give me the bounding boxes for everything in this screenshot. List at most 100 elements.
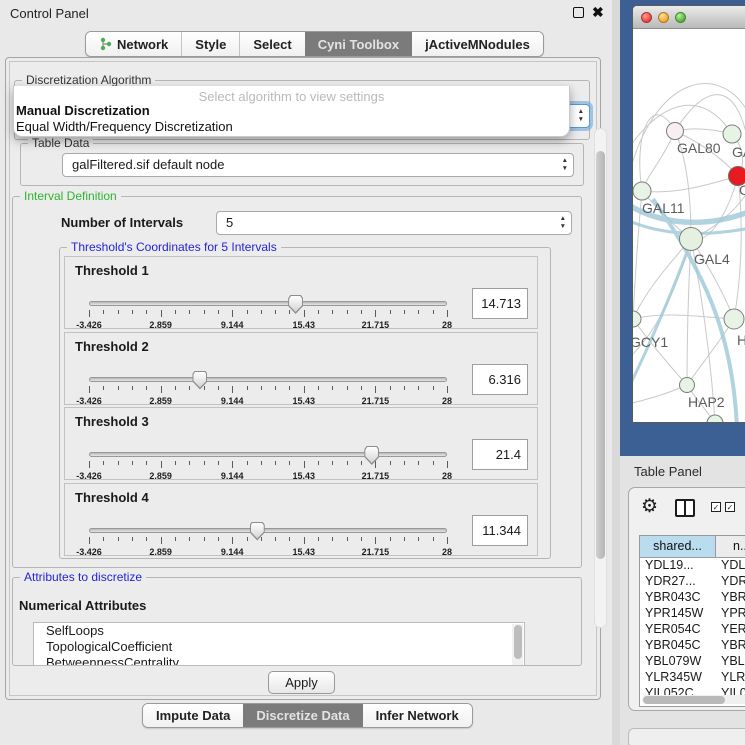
control-panel-titlebar[interactable]: Control Panel ✖ bbox=[0, 0, 612, 26]
panel-scrollbar[interactable] bbox=[594, 128, 607, 628]
column-header-shared-name[interactable]: shared... bbox=[640, 536, 716, 557]
table-row[interactable]: YER054CYER0 bbox=[640, 622, 745, 638]
tab-cyni-toolbox[interactable]: Cyni Toolbox bbox=[305, 32, 412, 56]
attribute-list-item[interactable]: BetweennessCentrality bbox=[34, 655, 524, 666]
tab-style[interactable]: Style bbox=[181, 32, 239, 56]
tab-label: Select bbox=[253, 37, 291, 52]
threshold-label: Threshold 4 bbox=[75, 490, 149, 505]
threshold-slider[interactable]: -3.4262.8599.14415.4321.71528 bbox=[89, 373, 447, 407]
threshold-value-field[interactable]: 11.344 bbox=[472, 515, 528, 546]
slider-track[interactable] bbox=[89, 377, 447, 382]
node-gal80[interactable] bbox=[667, 123, 684, 140]
attribute-list-item[interactable]: SelfLoops bbox=[34, 623, 524, 639]
network-icon bbox=[99, 37, 112, 51]
node-partial-right[interactable] bbox=[724, 309, 744, 329]
threshold-slider[interactable]: -3.4262.8599.14415.4321.71528 bbox=[89, 297, 447, 331]
table-row[interactable]: YDR27...YDR2 bbox=[640, 574, 745, 590]
network-window-titlebar[interactable] bbox=[633, 6, 745, 29]
number-of-intervals-value: 5 bbox=[226, 215, 233, 230]
numerical-attributes-list[interactable]: SelfLoopsTopologicalCoefficientBetweenne… bbox=[33, 622, 525, 666]
network-canvas[interactable]: GAL80 GAL11 GAL4 GCY1 HAP2 GA C H bbox=[633, 29, 745, 423]
node-hap2[interactable] bbox=[680, 378, 695, 393]
node-gal4[interactable] bbox=[680, 228, 703, 251]
table-cell[interactable]: YLR345W bbox=[640, 670, 716, 686]
cyni-mode-tabs: Impute Data Discretize Data Infer Networ… bbox=[142, 703, 473, 728]
table-cell[interactable]: YBL079W bbox=[640, 654, 716, 670]
table-panel: ⚙ ✓ ✓ shared... n... YDL19...YDL1YDR27..… bbox=[628, 487, 745, 711]
node-gal11[interactable] bbox=[633, 182, 651, 200]
tab-network[interactable]: Network bbox=[86, 32, 181, 56]
dropdown-option-manual[interactable]: Manual Discretization bbox=[16, 103, 150, 118]
node-gcy1[interactable] bbox=[633, 311, 641, 327]
attribute-list-item[interactable]: TopologicalCoefficient bbox=[34, 639, 524, 655]
table-cell[interactable]: YPR145W bbox=[640, 606, 716, 622]
close-traffic-light-icon[interactable] bbox=[641, 12, 652, 23]
table-cell[interactable]: YDL19... bbox=[640, 558, 716, 574]
tab-impute-data[interactable]: Impute Data bbox=[143, 704, 243, 727]
table-cell[interactable]: YDR2 bbox=[716, 574, 745, 590]
select-none-checkbox-icon[interactable]: ✓ bbox=[725, 502, 735, 512]
interval-definition-label: Interval Definition bbox=[20, 189, 121, 203]
slider-track[interactable] bbox=[89, 528, 447, 533]
table-row[interactable]: YDL19...YDL1 bbox=[640, 558, 745, 574]
slider-tick-labels: -3.4262.8599.14415.4321.71528 bbox=[89, 471, 447, 482]
columns-icon[interactable] bbox=[675, 499, 695, 517]
threshold-slider[interactable]: -3.4262.8599.14415.4321.71528 bbox=[89, 448, 447, 482]
gear-icon[interactable]: ⚙ bbox=[641, 495, 658, 518]
node-partial-top-right[interactable] bbox=[723, 125, 741, 143]
slider-track[interactable] bbox=[89, 452, 447, 457]
table-cell[interactable]: YBR0 bbox=[716, 590, 745, 606]
dropdown-hint-option[interactable]: Select algorithm to view settings bbox=[14, 89, 569, 104]
table-h-scrollbar[interactable] bbox=[642, 695, 745, 704]
select-all-checkbox-icon[interactable]: ✓ bbox=[711, 502, 721, 512]
attributes-scrollbar[interactable] bbox=[512, 624, 523, 666]
tab-discretize-data[interactable]: Discretize Data bbox=[243, 704, 362, 727]
table-row[interactable]: YBR043CYBR0 bbox=[640, 590, 745, 606]
float-window-icon[interactable] bbox=[573, 7, 584, 18]
table-cell[interactable]: YBR043C bbox=[640, 590, 716, 606]
apply-button[interactable]: Apply bbox=[268, 671, 335, 694]
panel-scrollbar-thumb[interactable] bbox=[596, 151, 605, 559]
tab-select[interactable]: Select bbox=[239, 32, 304, 56]
network-view-window[interactable]: GAL80 GAL11 GAL4 GCY1 HAP2 GA C H bbox=[632, 5, 745, 423]
table-cell[interactable]: YBR045C bbox=[640, 638, 716, 654]
threshold-slider[interactable]: -3.4262.8599.14415.4321.71528 bbox=[89, 524, 447, 558]
table-row[interactable]: YBL079WYBL0 bbox=[640, 654, 745, 670]
table-cell[interactable]: YPR1 bbox=[716, 606, 745, 622]
table-data-combobox[interactable]: galFiltered.sif default node ▲▼ bbox=[62, 153, 574, 177]
slider-track[interactable] bbox=[89, 301, 447, 306]
dropdown-option-equal-width[interactable]: Equal Width/Frequency Discretization bbox=[16, 119, 233, 134]
table-cell[interactable]: YDL1 bbox=[716, 558, 745, 574]
table-cell[interactable]: YDR27... bbox=[640, 574, 716, 590]
table-row[interactable]: YLR345WYLR3 bbox=[640, 670, 745, 686]
close-icon[interactable]: ✖ bbox=[592, 4, 604, 21]
table-header-row: shared... n... bbox=[640, 536, 745, 558]
tab-jactivemnodules[interactable]: jActiveMNodules bbox=[412, 32, 543, 56]
column-header-name[interactable]: n... bbox=[716, 536, 745, 557]
table-cell[interactable]: YLR3 bbox=[716, 670, 745, 686]
attributes-group: Attributes to discretize Numerical Attri… bbox=[12, 577, 582, 666]
table-cell[interactable]: YER0 bbox=[716, 622, 745, 638]
table-h-scrollbar-thumb[interactable] bbox=[643, 696, 725, 704]
node-partial-bottom[interactable] bbox=[707, 415, 723, 423]
minimize-traffic-light-icon[interactable] bbox=[658, 12, 669, 23]
app-root: Control Panel ✖ Network Style Select Cyn… bbox=[0, 0, 745, 745]
threshold-value-field[interactable]: 6.316 bbox=[472, 364, 528, 395]
zoom-traffic-light-icon[interactable] bbox=[675, 12, 686, 23]
threshold-rows-container: Threshold 1-3.4262.8599.14415.4321.71528… bbox=[60, 248, 550, 558]
number-of-intervals-combobox[interactable]: 5 ▲▼ bbox=[216, 211, 572, 235]
threshold-value-field[interactable]: 14.713 bbox=[472, 288, 528, 319]
slider-ticks bbox=[89, 461, 447, 469]
threshold-row: Threshold 4 -3.4262.8599.14415.4321.71528… bbox=[64, 483, 538, 556]
table-row[interactable]: YPR145WYPR1 bbox=[640, 606, 745, 622]
table-row[interactable]: YBR045CYBR0 bbox=[640, 638, 745, 654]
threshold-value-field[interactable]: 21.4 bbox=[472, 439, 528, 470]
threshold-label: Threshold 2 bbox=[75, 339, 149, 354]
table-panel-region: Table Panel ⚙ ✓ ✓ shared... n... YDL19..… bbox=[620, 456, 745, 745]
tab-infer-network[interactable]: Infer Network bbox=[363, 704, 472, 727]
table-cell[interactable]: YBL0 bbox=[716, 654, 745, 670]
table-cell[interactable]: YER054C bbox=[640, 622, 716, 638]
table-data-label: Table Data bbox=[28, 136, 93, 150]
table-cell[interactable]: YBR0 bbox=[716, 638, 745, 654]
table-body: YDL19...YDL1YDR27...YDR2YBR043CYBR0YPR14… bbox=[640, 558, 745, 706]
